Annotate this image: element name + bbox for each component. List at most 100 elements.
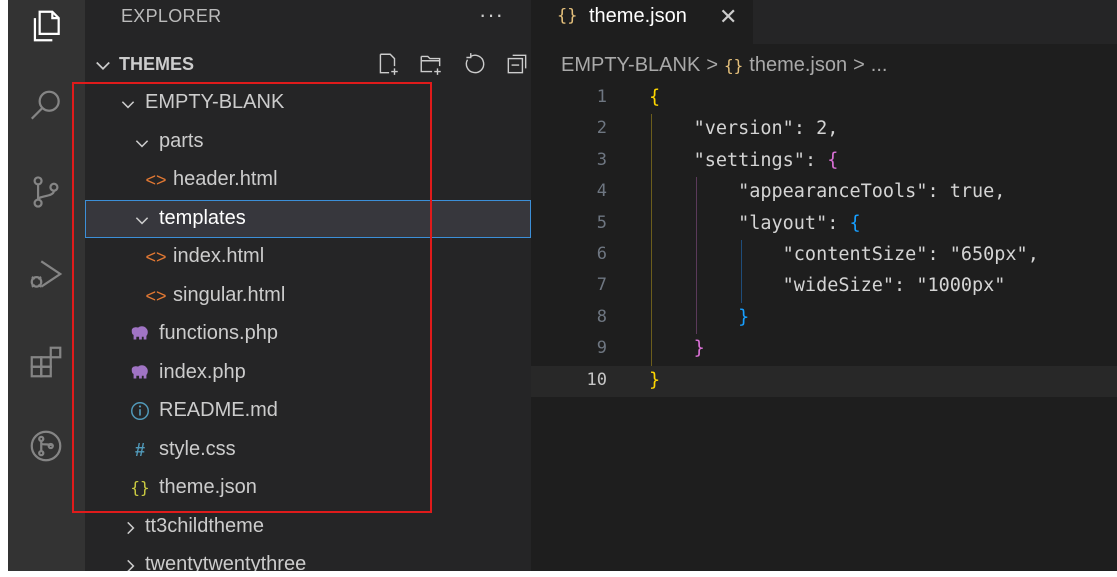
code-text: "wideSize": "1000px" xyxy=(782,275,1006,297)
run-debug-icon[interactable] xyxy=(26,254,66,294)
new-folder-icon[interactable] xyxy=(418,51,444,77)
more-actions-icon[interactable]: ··· xyxy=(479,2,504,28)
tree-item-label: README.md xyxy=(159,399,278,421)
refresh-icon[interactable] xyxy=(461,51,487,77)
tab-bar: {} theme.json ✕ xyxy=(531,0,1117,44)
code-line[interactable]: 8 } xyxy=(531,302,1117,335)
code-text: { xyxy=(649,87,661,108)
code-text: } xyxy=(693,338,705,360)
css-hash-icon: # xyxy=(134,439,145,460)
tree-item-label: singular.html xyxy=(173,283,286,306)
code-line[interactable]: 3 "settings": { xyxy=(531,145,1117,178)
line-number: 9 xyxy=(596,338,607,359)
tree-item-functions-php[interactable]: functions.php xyxy=(85,315,531,354)
explorer-header: EXPLORER ··· xyxy=(85,0,531,36)
tree-item-templates[interactable]: templates xyxy=(85,199,531,238)
code-line[interactable]: 4 "appearanceTools": true, xyxy=(531,177,1117,209)
line-number: 2 xyxy=(596,118,607,139)
tree-item-theme-json[interactable]: {} theme.json xyxy=(85,469,531,508)
tree-item-label: tt3childtheme xyxy=(145,514,264,537)
code-editor[interactable]: 1{2 "version": 2, 3 "settings": {4 "appea… xyxy=(531,83,1117,397)
search-icon[interactable] xyxy=(26,86,66,126)
breadcrumb-folder[interactable]: EMPTY-BLANK xyxy=(561,54,700,77)
tab-label: theme.json xyxy=(589,5,687,27)
code-text: "settings": { xyxy=(693,149,839,171)
html-file-icon: <> xyxy=(145,285,167,306)
breadcrumb-symbols[interactable]: ... xyxy=(871,54,888,77)
json-braces-icon: {} xyxy=(130,478,150,497)
line-number: 4 xyxy=(596,181,607,202)
tree-item-header-html[interactable]: <> header.html xyxy=(85,161,531,200)
code-line[interactable]: 1{ xyxy=(531,83,1117,114)
code-line[interactable]: 10} xyxy=(531,365,1117,397)
breadcrumb-file[interactable]: theme.json xyxy=(749,54,847,77)
tree-item-label: index.php xyxy=(159,360,246,383)
section-title: THEMES xyxy=(119,54,195,74)
line-number: 3 xyxy=(596,149,607,170)
html-file-icon: <> xyxy=(145,247,167,267)
close-icon[interactable]: ✕ xyxy=(719,4,737,30)
line-number: 7 xyxy=(596,275,607,296)
extensions-icon[interactable] xyxy=(26,342,66,382)
tree-item-readme-md[interactable]: README.md xyxy=(85,392,531,431)
php-elephant-icon xyxy=(129,362,151,384)
new-file-icon[interactable] xyxy=(375,51,401,77)
chevron-down-icon xyxy=(121,101,135,109)
breadcrumb: EMPTY-BLANK > {} theme.json >... xyxy=(561,54,887,82)
tree-item-label: theme.json xyxy=(159,476,257,498)
tree-item-label: functions.php xyxy=(159,322,278,344)
html-file-icon: <> xyxy=(145,170,167,190)
tree-item-empty-blank[interactable]: EMPTY-BLANK xyxy=(85,84,531,123)
chevron-right-icon xyxy=(127,521,135,534)
chevron-down-icon xyxy=(96,61,110,70)
remote-explorer-icon[interactable] xyxy=(26,426,66,466)
breadcrumb-separator: > xyxy=(706,54,718,77)
themes-section-header[interactable]: THEMES xyxy=(85,46,531,82)
explorer-icon[interactable] xyxy=(26,6,66,46)
tree-item-label: header.html xyxy=(173,168,278,190)
line-number: 5 xyxy=(596,212,607,233)
chevron-right-icon xyxy=(127,559,135,571)
code-line[interactable]: 6 "contentSize": "650px", xyxy=(531,239,1117,272)
tab-theme-json[interactable]: {} theme.json ✕ xyxy=(531,0,753,44)
code-text: } xyxy=(649,369,661,391)
file-tree: EMPTY-BLANK parts <> header.html templat… xyxy=(85,84,531,571)
tree-item-parts[interactable]: parts xyxy=(85,123,531,162)
code-text: "appearanceTools": true, xyxy=(738,181,1006,203)
tree-item-twentytwentythree[interactable]: twentytwentythree xyxy=(85,546,531,571)
tree-item-index-html[interactable]: <> index.html xyxy=(85,238,531,277)
code-line[interactable]: 2 "version": 2, xyxy=(531,114,1117,146)
explorer-sidebar: EXPLORER ··· THEMES EMPTY-BLANK parts <>… xyxy=(85,0,531,571)
vscode-window: EXPLORER ··· THEMES EMPTY-BLANK parts <>… xyxy=(8,0,1117,571)
line-number: 10 xyxy=(586,369,607,390)
tree-item-label: templates xyxy=(159,206,246,229)
chevron-down-icon xyxy=(135,139,149,147)
activity-bar xyxy=(8,0,85,571)
tree-item-label: parts xyxy=(159,129,204,152)
tree-item-index-php[interactable]: index.php xyxy=(85,354,531,393)
json-braces-icon: {} xyxy=(724,56,744,76)
json-braces-icon: {} xyxy=(557,6,578,26)
line-number: 6 xyxy=(596,243,607,264)
code-line[interactable]: 5 "layout": { xyxy=(531,208,1117,240)
source-control-icon[interactable] xyxy=(26,172,66,212)
tree-item-style-css[interactable]: # style.css xyxy=(85,431,531,470)
info-icon xyxy=(129,400,151,422)
tree-item-label: style.css xyxy=(159,437,236,460)
code-text: "version": 2, xyxy=(693,118,839,140)
tree-item-singular-html[interactable]: <> singular.html xyxy=(85,277,531,316)
tree-item-label: index.html xyxy=(173,245,265,267)
code-line[interactable]: 9 } xyxy=(531,334,1117,366)
chevron-down-icon xyxy=(135,216,149,224)
line-number: 1 xyxy=(596,87,607,107)
tree-item-tt3childtheme[interactable]: tt3childtheme xyxy=(85,508,531,547)
editor-area: {} theme.json ✕ EMPTY-BLANK >{} theme.json… xyxy=(531,0,1117,571)
breadcrumb-separator: > xyxy=(853,54,865,77)
collapse-all-icon[interactable] xyxy=(504,51,530,77)
line-number: 8 xyxy=(596,306,607,327)
tree-item-label: twentytwentythree xyxy=(145,553,307,571)
php-elephant-icon xyxy=(129,323,151,345)
code-line[interactable]: 7 "wideSize": "1000px" xyxy=(531,271,1117,303)
code-text: "contentSize": "650px", xyxy=(782,243,1039,265)
tree-item-label: EMPTY-BLANK xyxy=(145,91,285,113)
